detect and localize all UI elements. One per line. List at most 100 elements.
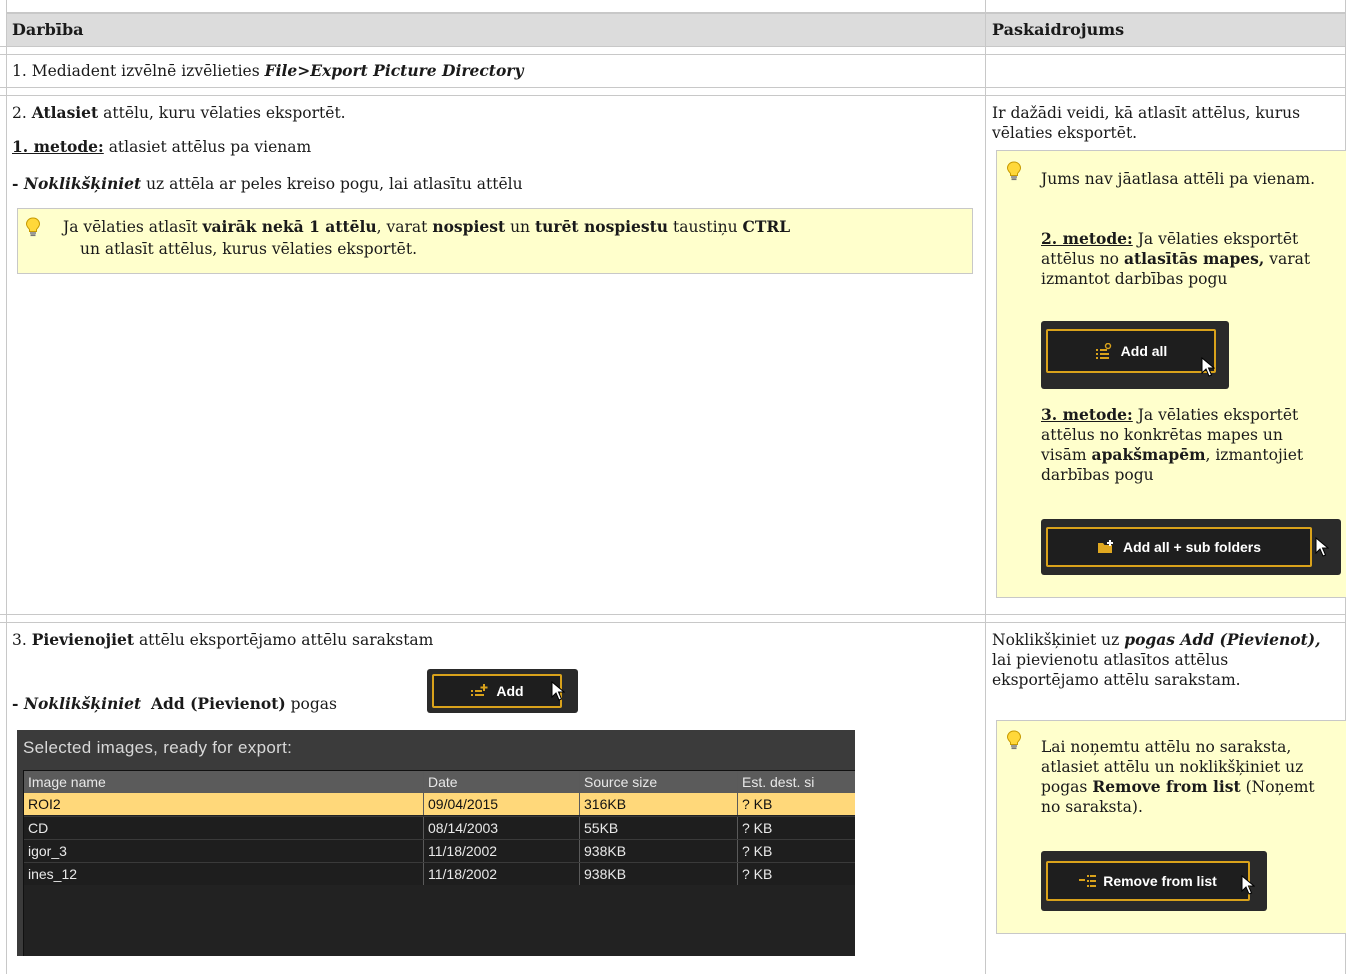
table-row[interactable]: CD 08/14/2003 55KB ? KB [24, 816, 855, 839]
step-2-bold: Atlasiet [31, 103, 99, 122]
step-3-number: 3. [12, 631, 32, 649]
list-remove-icon [1079, 875, 1097, 887]
method-1-line: 1. metode: atlasiet attēlus pa vienam [12, 137, 311, 157]
table-border-left [6, 0, 7, 974]
list-add-icon [471, 684, 488, 696]
folder-add-icon [1097, 540, 1113, 553]
row-divider [0, 614, 1346, 615]
click-bold: Noklikšķiniet [23, 694, 142, 713]
method-1-text: atlasiet attēlus pa vienam [103, 138, 312, 156]
col-header-image-name[interactable]: Image name [24, 771, 424, 793]
mouse-cursor-icon [1241, 875, 1255, 895]
step-1-prefix: 1. Mediadent izvēlnē izvēlieties [12, 62, 265, 80]
step-2-title: 2. Atlasiet attēlu, kuru vēlaties ekspor… [12, 103, 346, 123]
cell-source-size: 316KB [580, 793, 738, 815]
table-row[interactable]: ROI2 09/04/2015 316KB ? KB [24, 793, 855, 815]
row-divider [0, 54, 1346, 55]
explain-part: Noklikšķiniet uz [992, 631, 1125, 649]
explanation-add: Noklikšķiniet uz pogas Add (Pievienot), … [992, 630, 1337, 690]
add-button-face: Add [432, 674, 562, 708]
row-divider [0, 95, 1346, 96]
tip-text: Ja vēlaties atlasīt [63, 218, 203, 236]
column-header-action: Darbība [12, 20, 84, 39]
step-3-rest: attēlu eksportējamo attēlu sarakstam [134, 631, 434, 649]
col-header-est-size[interactable]: Est. dest. si [738, 771, 855, 793]
cell-source-size: 55KB [580, 817, 738, 839]
step-2-rest: attēlu, kuru vēlaties eksportēt. [98, 104, 346, 122]
dash: - [12, 174, 24, 193]
add-all-button-face: Add all [1046, 329, 1216, 373]
cell-date: 11/18/2002 [424, 840, 580, 862]
tip-text: taustiņu [668, 218, 743, 236]
method-3-bold: apakšmapēm [1091, 445, 1206, 464]
cell-date: 11/18/2002 [424, 863, 580, 885]
selected-images-panel: Selected images, ready for export: Image… [17, 730, 855, 956]
panel-title: Selected images, ready for export: [23, 738, 293, 757]
remove-button-face: Remove from list [1046, 861, 1250, 901]
method-2-text: 2. metode: Ja vēlaties eksportēt attēlus… [1041, 229, 1331, 289]
lightbulb-icon [25, 217, 41, 237]
tip-line-1: Ja vēlaties atlasīt vairāk nekā 1 attēlu… [63, 217, 790, 237]
explain-part: lai pievienotu atlasītos attēlus eksport… [992, 651, 1241, 689]
click-rest: uz attēla ar peles kreiso pogu, lai atla… [141, 175, 523, 193]
col-header-source-size[interactable]: Source size [580, 771, 738, 793]
list-add-icon [1095, 343, 1111, 359]
mouse-cursor-icon [1201, 357, 1215, 377]
method-1-label: 1. metode: [12, 137, 104, 156]
cell-image-name: ines_12 [24, 863, 424, 885]
menu-path: File>Export Picture Directory [264, 61, 524, 80]
cell-image-name: ROI2 [24, 793, 424, 815]
table-row[interactable]: ines_12 11/18/2002 938KB ? KB [24, 862, 855, 885]
cell-image-name: igor_3 [24, 840, 424, 862]
tip-bold: vairāk nekā 1 attēlu [202, 217, 377, 236]
row-divider [0, 46, 1346, 47]
add-all-label: Add all [1120, 343, 1168, 359]
cell-est-size: ? KB [738, 840, 855, 862]
cell-source-size: 938KB [580, 863, 738, 885]
tip-line-2: un atlasīt attēlus, kurus vēlaties ekspo… [80, 240, 418, 258]
tip-text: , varat [376, 218, 433, 236]
add-instruction: - Noklikšķiniet Add (Pievienot) pogas [12, 694, 337, 714]
lightbulb-icon [1006, 730, 1022, 750]
row-divider [0, 87, 1346, 88]
tip-box-ctrl: Ja vēlaties atlasīt vairāk nekā 1 attēlu… [17, 208, 973, 274]
cell-image-name: CD [24, 817, 424, 839]
cell-date: 08/14/2003 [424, 817, 580, 839]
tip-text: un [505, 218, 535, 236]
header-cell-1 [7, 12, 985, 46]
col-header-date[interactable]: Date [424, 771, 580, 793]
add-button[interactable]: Add [427, 669, 578, 713]
step-1-text: 1. Mediadent izvēlnē izvēlieties File>Ex… [12, 61, 523, 81]
table-row[interactable]: igor_3 11/18/2002 938KB ? KB [24, 839, 855, 862]
row-divider [0, 622, 1346, 623]
tip-box-remove: Lai noņemtu attēlu no saraksta, atlasiet… [996, 720, 1346, 934]
step-2-number: 2. [12, 104, 32, 122]
explain-bold-italic: pogas Add (Pievienot), [1124, 630, 1321, 649]
cell-date: 09/04/2015 [424, 793, 580, 815]
cell-est-size: ? KB [738, 793, 855, 815]
add-sub-button-face: Add all + sub folders [1046, 527, 1312, 567]
method-3-label: 3. metode: [1041, 405, 1133, 424]
method-2-bold: atlasītās mapes, [1123, 249, 1265, 268]
remove-from-list-button[interactable]: Remove from list [1041, 851, 1267, 911]
tip-intro: Jums nav jāatlasa attēli pa vienam. [1041, 170, 1316, 188]
add-bold: Add (Pievienot) [151, 694, 286, 713]
table-header-row: Image name Date Source size Est. dest. s… [24, 771, 855, 793]
cell-est-size: ? KB [738, 817, 855, 839]
remove-label: Remove from list [1103, 873, 1217, 889]
tip-box-methods: Jums nav jāatlasa attēli pa vienam. 2. m… [996, 150, 1346, 598]
mouse-cursor-icon [1315, 537, 1329, 557]
dash: - [12, 694, 24, 713]
tip-bold: nospiest [432, 217, 506, 236]
mouse-cursor-icon [551, 681, 565, 701]
add-all-button[interactable]: Add all [1041, 321, 1229, 389]
click-bold: Noklikšķiniet [23, 174, 142, 193]
remove-tip-bold: Remove from list [1092, 777, 1241, 796]
add-rest: pogas [285, 695, 338, 713]
column-header-explanation: Paskaidrojums [992, 20, 1125, 39]
explanation-select-methods: Ir dažādi veidi, kā atlasīt attēlus, kur… [992, 104, 1301, 142]
add-all-sub-folders-button[interactable]: Add all + sub folders [1041, 519, 1341, 575]
tip-bold: CTRL [742, 217, 791, 236]
export-list-table[interactable]: Image name Date Source size Est. dest. s… [23, 770, 855, 956]
column-divider [985, 0, 986, 974]
